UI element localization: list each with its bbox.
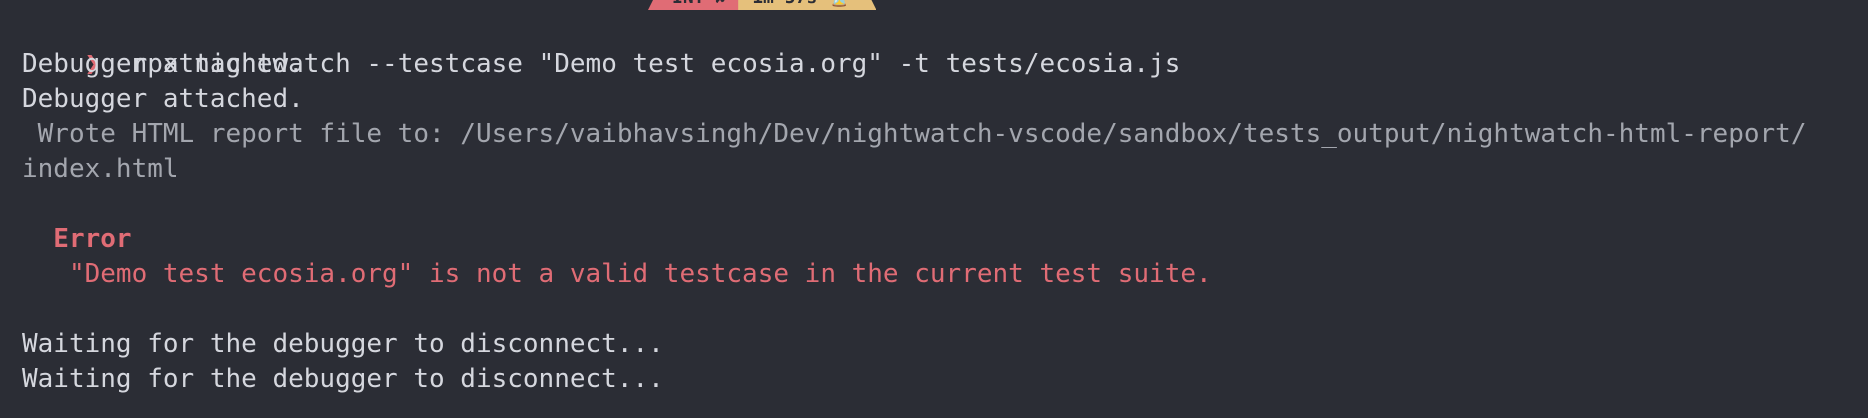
waiting-line: Waiting for the debugger to disconnect..… [22, 329, 664, 359]
prompt-status-bar: INT ✘ 1m 57s ⏳ [648, 0, 876, 10]
report-path-line: Wrote HTML report file to: /Users/vaibha… [22, 119, 1807, 149]
command-line: ❯ npx nightwatch --testcase "Demo test e… [22, 12, 1181, 79]
exit-status-segment: INT ✘ [648, 0, 741, 10]
error-title: Error [22, 224, 132, 254]
debugger-attached-line: Debugger attached. [22, 84, 304, 114]
debugger-attached-line: Debugger attached. [22, 49, 304, 79]
duration-segment: 1m 57s ⏳ [738, 0, 876, 10]
report-path-line-cont: index.html [22, 154, 179, 184]
error-message: "Demo test ecosia.org" is not a valid te… [22, 259, 1212, 289]
waiting-line: Waiting for the debugger to disconnect..… [22, 364, 664, 394]
